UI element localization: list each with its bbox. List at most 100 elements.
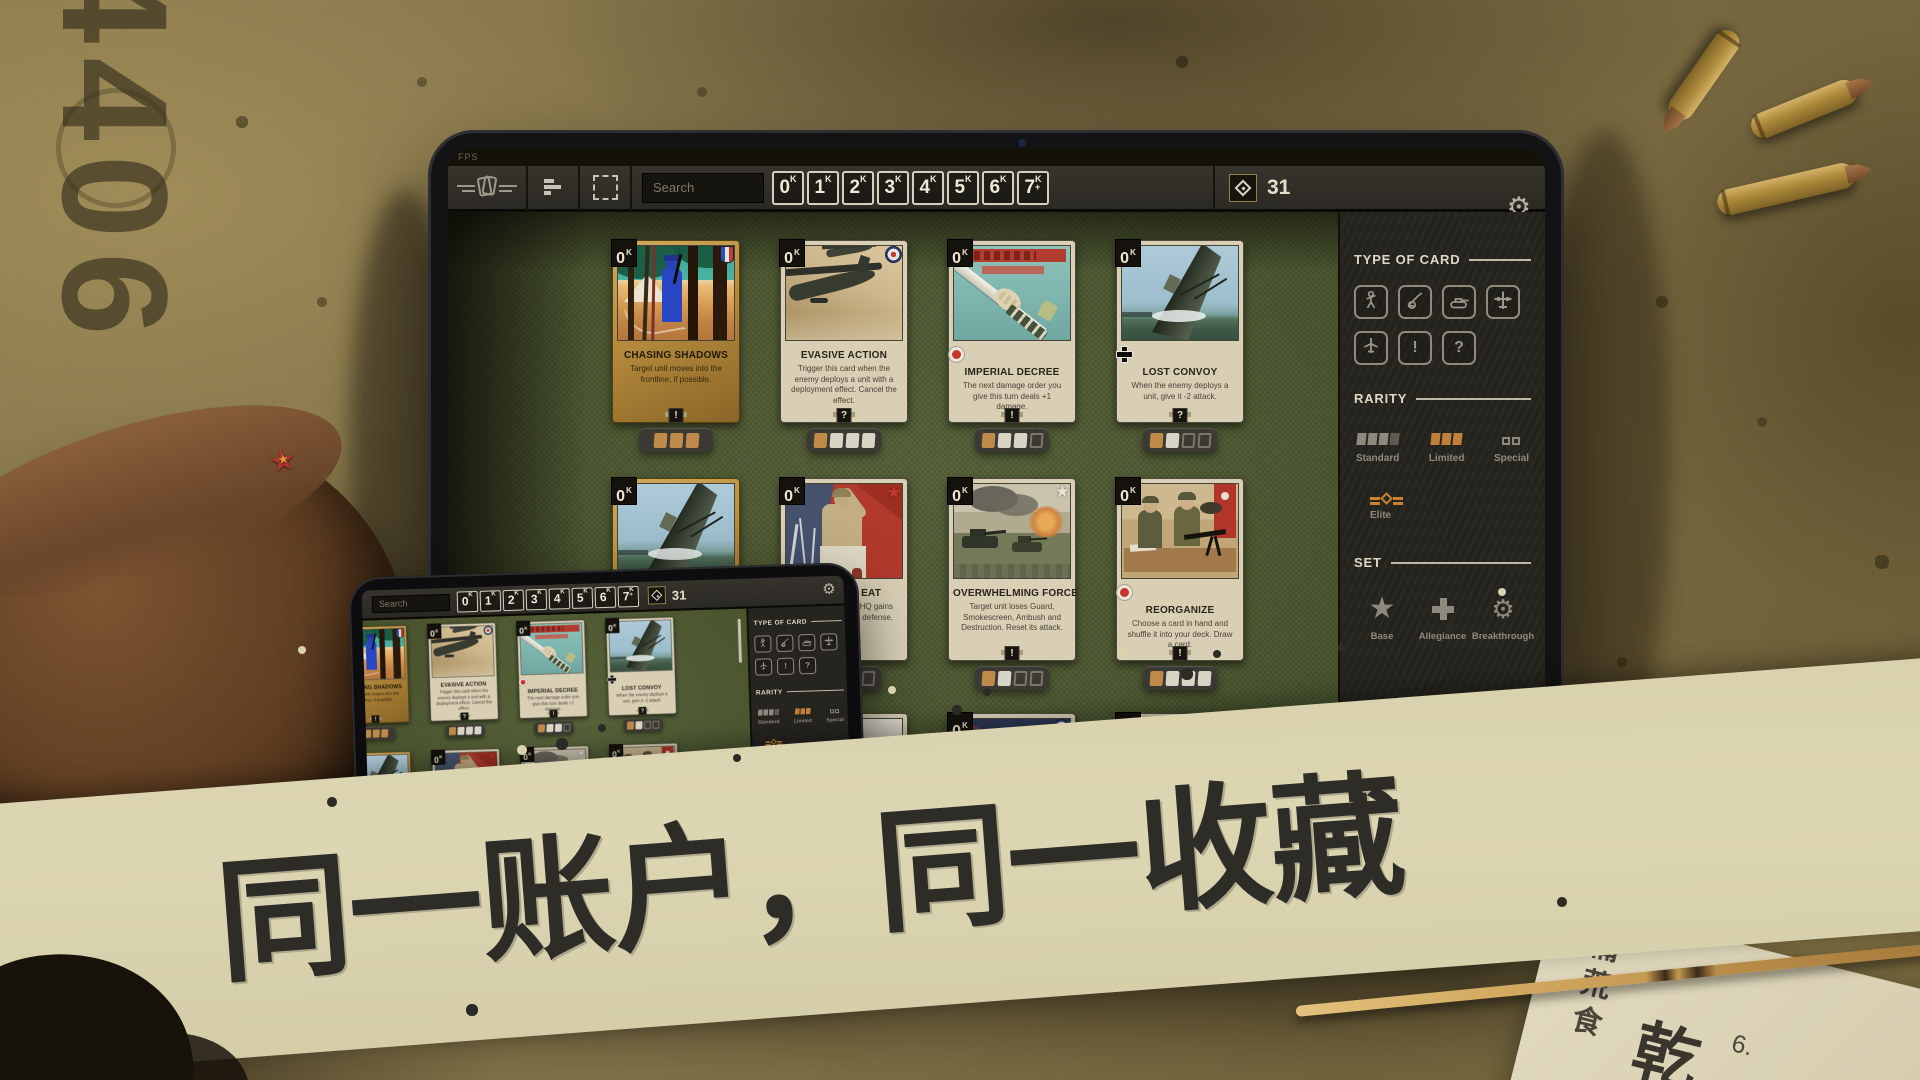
cost-filter-7k[interactable]: 7K+: [618, 585, 640, 607]
cost-filter-2k[interactable]: 2K: [503, 589, 525, 611]
type-filter-fighter[interactable]: [1354, 331, 1388, 365]
cost-suffix-k: K: [606, 588, 610, 593]
rarity-filter-standard[interactable]: Standard: [1356, 432, 1399, 464]
japan-red-sun: [952, 350, 961, 359]
card-type-glyph: !: [1005, 646, 1020, 661]
search-placeholder: Search: [653, 180, 694, 195]
app-logo[interactable]: [448, 165, 526, 211]
rarity-pip: [1019, 412, 1023, 417]
cost-suffix: K: [965, 175, 972, 183]
cost-suffix-k: K: [965, 175, 972, 183]
card-cost-suffix: K: [1130, 248, 1136, 257]
rarity-filter-limited[interactable]: Limited: [1429, 432, 1465, 464]
type-filter-artillery[interactable]: [1398, 285, 1432, 319]
lost-convoy-art-layer: [1122, 312, 1152, 317]
cost-filter-3k[interactable]: 3K: [877, 171, 909, 205]
multi-select-button[interactable]: [580, 165, 630, 211]
type-filter-countermeasure[interactable]: ?: [799, 657, 817, 675]
settings-gear-icon[interactable]: ⚙: [822, 580, 836, 600]
collection-card[interactable]: 0K?EVASIVE ACTIONTrigger this card when …: [780, 240, 908, 423]
card-title: EVASIVE ACTION: [785, 350, 903, 361]
card-copies-counter: [807, 428, 881, 452]
type-filter-bomber[interactable]: [820, 633, 838, 651]
rarity-segments: [1431, 432, 1462, 445]
front-camera: [1018, 139, 1026, 147]
rarity-filter-special[interactable]: Special: [826, 707, 844, 724]
rarity-segments: [830, 707, 839, 714]
card-cost-suffix: K: [962, 248, 968, 257]
copy-segment: [1197, 671, 1211, 686]
card-cost-suffix: K: [794, 486, 800, 495]
cost-suffix-k: K: [860, 175, 867, 183]
cost-digit: 6: [989, 173, 1000, 203]
card-cost-badge: 0K: [516, 621, 530, 636]
wildcard-diamond-icon[interactable]: [648, 586, 667, 605]
type-filter-infantry[interactable]: [754, 635, 772, 653]
evasive-action-art-layer: [432, 661, 494, 678]
copy-segment: [538, 724, 545, 732]
set-header: SET: [1354, 555, 1531, 570]
search-input[interactable]: Search: [642, 173, 764, 203]
cost-filter-1k[interactable]: 1K: [807, 171, 839, 205]
type-of-card-header: TYPE OF CARD: [754, 617, 842, 627]
collection-card[interactable]: 0K!CHASING SHADOWSTarget unit moves into…: [362, 625, 410, 724]
imperial-decree-art-layer: [964, 251, 1036, 260]
type-filter-tank[interactable]: [798, 634, 816, 652]
cost-filter-6k[interactable]: 6K: [595, 586, 617, 608]
chasing-shadows-art-layer: [662, 268, 682, 322]
cost-filter-5k[interactable]: 5K: [947, 171, 979, 205]
collection-card[interactable]: 0K!REORGANIZEChoose a card in hand and s…: [1116, 478, 1244, 661]
type-filter-fighter[interactable]: [755, 658, 773, 676]
cost-filter-1k[interactable]: 1K: [480, 590, 502, 612]
set-filter-allegiance[interactable]: Allegiance: [1415, 594, 1471, 642]
card-cost-suffix: K: [1130, 486, 1136, 495]
soviet-star-badge: ★: [488, 752, 497, 761]
collection-card[interactable]: 0K!CHASING SHADOWSTarget unit moves into…: [612, 240, 740, 423]
copy-segment: [644, 721, 651, 729]
raf-roundel-badge: [885, 246, 902, 263]
rarity-filter-standard[interactable]: Standard: [757, 709, 779, 726]
type-filter-order[interactable]: !: [1398, 331, 1432, 365]
cost-suffix-k: K: [468, 593, 472, 598]
rarity-filter-elite[interactable]: Elite: [1370, 494, 1531, 521]
copy-segment: [1181, 433, 1195, 448]
cost-filter-3k[interactable]: 3K: [526, 588, 548, 610]
overwhelming-force-art-layer: [1028, 506, 1064, 538]
card-description: When the enemy deploys a unit, give it -…: [611, 692, 674, 705]
collection-card[interactable]: 0K!IMPERIAL DECREEThe next damage order …: [948, 240, 1076, 423]
type-filter-countermeasure[interactable]: ?: [1442, 331, 1476, 365]
deck-stats-button[interactable]: [528, 165, 578, 211]
cost-filter-0k[interactable]: 0K: [457, 590, 479, 612]
search-input[interactable]: Search: [372, 593, 450, 612]
toolbar-spacer: [1049, 187, 1213, 188]
cost-filter-2k[interactable]: 2K: [842, 171, 874, 205]
set-filter-breakthrough[interactable]: ⚙Breakthrough: [1475, 594, 1531, 642]
evasive-action-art-layer: [445, 654, 455, 657]
collection-card[interactable]: 0K?LOST CONVOYWhen the enemy deploys a u…: [1116, 240, 1244, 423]
cost-filter-4k[interactable]: 4K: [912, 171, 944, 205]
cost-filter-5k[interactable]: 5K: [572, 587, 594, 609]
card-cost-suffix: K: [435, 628, 438, 633]
collection-card[interactable]: 0K?EVASIVE ACTIONTrigger this card when …: [428, 622, 499, 721]
type-filter-artillery[interactable]: [776, 635, 794, 653]
rarity-filter-limited[interactable]: Limited: [794, 708, 812, 725]
rarity-filter-special[interactable]: Special: [1494, 432, 1529, 464]
copy-segment: [981, 433, 995, 448]
card-cost-badge: 0K: [611, 239, 637, 267]
infantry-icon: [757, 637, 768, 651]
cost-filter-0k[interactable]: 0K: [772, 171, 804, 205]
type-filter-infantry[interactable]: [1354, 285, 1388, 319]
set-filter-base[interactable]: ★Base: [1354, 594, 1410, 642]
collection-card[interactable]: 0K?LOST CONVOYWhen the enemy deploys a u…: [606, 617, 677, 716]
collection-card[interactable]: 0K★!OVERWHELMING FORCETarget unit loses …: [948, 478, 1076, 661]
type-filter-order[interactable]: !: [777, 658, 795, 676]
type-filter-bomber[interactable]: [1486, 285, 1520, 319]
cost-filter-4k[interactable]: 4K: [549, 588, 571, 610]
type-filter-tank[interactable]: [1442, 285, 1476, 319]
wildcard-diamond-icon[interactable]: [1229, 174, 1257, 202]
copy-segment: [845, 433, 859, 448]
cost-filter-7k[interactable]: 7K+: [1017, 171, 1049, 205]
rarity-segment: [830, 709, 834, 713]
cost-filter-6k[interactable]: 6K: [982, 171, 1014, 205]
collection-card[interactable]: 0K!IMPERIAL DECREEThe next damage order …: [517, 620, 588, 719]
